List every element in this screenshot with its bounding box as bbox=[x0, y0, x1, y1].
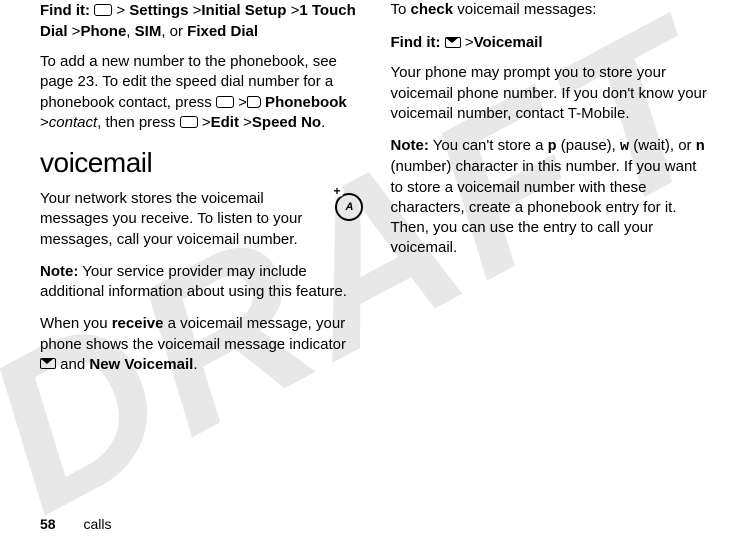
voicemail-heading: voicemail bbox=[40, 147, 363, 179]
page-footer: 58 calls bbox=[40, 516, 111, 532]
left-paragraph-2: Your network stores the voicemail messag… bbox=[40, 189, 363, 250]
softkey-icon bbox=[180, 116, 198, 128]
char-n: n bbox=[696, 138, 705, 155]
rpara1-b: voicemail messages: bbox=[453, 1, 596, 18]
softkey-icon bbox=[216, 96, 234, 108]
left-note: Note: Your service provider may include … bbox=[40, 262, 363, 303]
find-it-path-right: Find it: >Voicemail bbox=[391, 32, 714, 53]
left-paragraph-3: When you receive a voicemail message, yo… bbox=[40, 314, 363, 375]
right-note: Note: You can't store a p (pause), w (wa… bbox=[391, 136, 714, 259]
left-column: Find it: > Settings >Initial Setup >1 To… bbox=[40, 0, 363, 387]
rpara1-a: To bbox=[391, 1, 411, 18]
envelope-icon bbox=[445, 37, 461, 48]
find-it-label: Find it: bbox=[40, 2, 90, 19]
note-pause: (pause), bbox=[557, 137, 620, 154]
softkey-icon bbox=[94, 4, 112, 16]
path-initial-setup: Initial Setup bbox=[201, 2, 286, 19]
receive-bold: receive bbox=[112, 315, 164, 332]
char-p: p bbox=[548, 138, 557, 155]
path-edit: Edit bbox=[211, 114, 239, 131]
char-w: w bbox=[620, 138, 629, 155]
path-or: , or bbox=[161, 23, 187, 40]
right-column: To check voicemail messages: Find it: >V… bbox=[391, 0, 714, 387]
right-paragraph-2: Your phone may prompt you to store your … bbox=[391, 63, 714, 124]
path-sim: SIM bbox=[135, 23, 162, 40]
note-label: Note: bbox=[40, 263, 78, 280]
left-paragraph-1: To add a new number to the phonebook, se… bbox=[40, 52, 363, 133]
path-settings: Settings bbox=[129, 2, 188, 19]
note-wait: (wait), or bbox=[629, 137, 696, 154]
find-it-path-left: Find it: > Settings >Initial Setup >1 To… bbox=[40, 0, 363, 42]
contact-placeholder: contact bbox=[49, 114, 97, 131]
phonebook-icon bbox=[247, 96, 261, 108]
globe-plus-icon bbox=[335, 193, 363, 221]
right-paragraph-1: To check voicemail messages: bbox=[391, 0, 714, 20]
check-bold: check bbox=[411, 1, 454, 18]
new-voicemail-bold: New Voicemail bbox=[89, 356, 193, 373]
path-speed-no: Speed No bbox=[252, 114, 321, 131]
page-number: 58 bbox=[40, 516, 56, 532]
voicemail-indicator-icon bbox=[40, 358, 56, 369]
footer-section-name: calls bbox=[83, 516, 111, 532]
path-phonebook: Phonebook bbox=[261, 94, 347, 111]
note-a: You can't store a bbox=[429, 137, 548, 154]
path-phone: Phone bbox=[80, 23, 126, 40]
note-label: Note: bbox=[391, 137, 429, 154]
para3-end: . bbox=[193, 356, 197, 373]
para3-a: When you bbox=[40, 315, 112, 332]
para1-then: , then press bbox=[97, 114, 180, 131]
note-rest: (number) character in this number. If yo… bbox=[391, 158, 697, 256]
page-content: Find it: > Settings >Initial Setup >1 To… bbox=[40, 0, 713, 387]
path-voicemail: Voicemail bbox=[474, 34, 543, 51]
para3-and: and bbox=[56, 356, 89, 373]
find-it-label: Find it: bbox=[391, 34, 441, 51]
path-fixed-dial: Fixed Dial bbox=[187, 23, 258, 40]
note-text: Your service provider may include additi… bbox=[40, 263, 347, 300]
